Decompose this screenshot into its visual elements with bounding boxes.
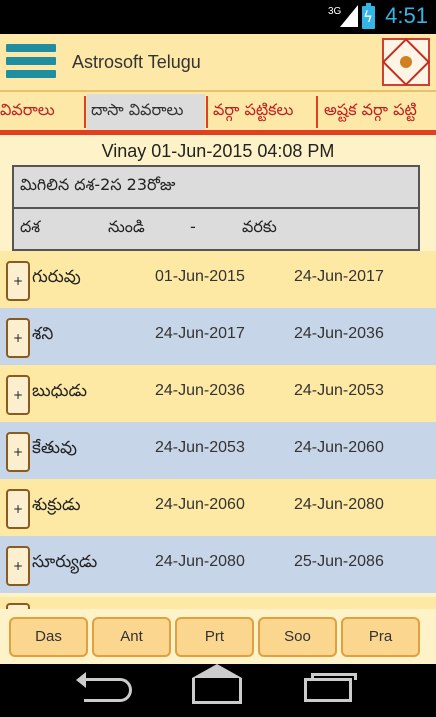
battery-charging-icon	[362, 3, 375, 29]
tab-strip: వివరాలు దాసా వివరాలు వర్గా పట్టికలు అష్ట…	[0, 92, 436, 132]
tab-divider	[84, 96, 86, 128]
astrology-chart-logo-icon	[381, 37, 431, 87]
tab-varga-tables[interactable]: వర్గా పట్టికలు	[209, 94, 297, 130]
system-nav-bar	[0, 664, 436, 717]
soo-button[interactable]: Soo	[258, 617, 337, 657]
tab-ashtaka-varga[interactable]: అష్టక వర్గా పట్టి	[320, 94, 421, 130]
tab-divider	[206, 96, 208, 128]
chart-header: Vinay 01-Jun-2015 04:08 PM	[101, 141, 335, 161]
from-date: 24-Jun-2036	[155, 382, 245, 399]
back-icon[interactable]	[76, 672, 132, 702]
planet-name: శుక్రుడు	[32, 495, 81, 515]
column-header-row: దశ నుండి - వరకు	[12, 207, 420, 251]
dasha-row[interactable]: + శని 24-Jun-2017 24-Jun-2036	[0, 308, 436, 365]
planet-name: బుధుడు	[32, 381, 87, 401]
expand-button[interactable]: +	[6, 318, 30, 358]
planet-name: శని	[32, 324, 54, 344]
to-date: 24-Jun-2060	[294, 439, 384, 456]
col-to: వరకు	[242, 217, 277, 236]
recent-apps-icon[interactable]	[304, 673, 357, 702]
from-date: 01-Jun-2015	[155, 268, 245, 285]
home-icon[interactable]	[192, 664, 242, 704]
dasha-row-partial	[0, 597, 436, 609]
to-date: 24-Jun-2053	[294, 382, 384, 399]
remaining-dasha-text: మిగిలిన దశ-2స 23రోజు	[20, 175, 176, 194]
tab-divider	[316, 96, 318, 128]
status-clock: 4:51	[385, 3, 428, 28]
to-date: 25-Jun-2086	[294, 553, 384, 570]
from-date: 24-Jun-2017	[155, 325, 245, 342]
planet-name: సూర్యుడు	[32, 552, 98, 572]
ant-button[interactable]: Ant	[92, 617, 171, 657]
col-from: నుండి	[108, 217, 145, 236]
prt-button[interactable]: Prt	[175, 617, 254, 657]
expand-button[interactable]: +	[6, 546, 30, 586]
tab-details[interactable]: వివరాలు	[0, 94, 59, 130]
to-date: 24-Jun-2036	[294, 325, 384, 342]
dasha-content: Vinay 01-Jun-2015 04:08 PM మిగిలిన దశ-2స…	[0, 135, 436, 609]
planet-name: గురువు	[32, 267, 81, 287]
from-date: 24-Jun-2053	[155, 439, 245, 456]
status-bar: 3G 4:51	[0, 0, 436, 34]
expand-button[interactable]: +	[6, 432, 30, 472]
app-bar: Astrosoft Telugu	[0, 34, 436, 92]
dasha-row[interactable]: + గురువు 01-Jun-2015 24-Jun-2017	[0, 251, 436, 308]
planet-name: కేతువు	[32, 438, 77, 458]
tab-dasha-details[interactable]: దాసా వివరాలు	[87, 94, 205, 130]
signal-icon	[340, 5, 358, 27]
col-separator: -	[190, 217, 196, 236]
expand-button[interactable]: +	[6, 489, 30, 529]
from-date: 24-Jun-2060	[155, 496, 245, 513]
app-title: Astrosoft Telugu	[72, 52, 201, 72]
expand-button[interactable]: +	[6, 375, 30, 415]
bottom-button-bar: Das Ant Prt Soo Pra	[0, 609, 436, 664]
dasha-row[interactable]: + కేతువు 24-Jun-2053 24-Jun-2060	[0, 422, 436, 479]
das-button[interactable]: Das	[9, 617, 88, 657]
col-dasha: దశ	[20, 217, 41, 236]
hamburger-menu-icon[interactable]	[6, 44, 56, 82]
remaining-dasha-box: మిగిలిన దశ-2స 23రోజు	[12, 165, 420, 209]
dasha-row[interactable]: + శుక్రుడు 24-Jun-2060 24-Jun-2080	[0, 479, 436, 536]
to-date: 24-Jun-2080	[294, 496, 384, 513]
dasha-row[interactable]: + సూర్యుడు 24-Jun-2080 25-Jun-2086	[0, 536, 436, 593]
dasha-row[interactable]: + బుధుడు 24-Jun-2036 24-Jun-2053	[0, 365, 436, 422]
pra-button[interactable]: Pra	[341, 617, 420, 657]
from-date: 24-Jun-2080	[155, 553, 245, 570]
to-date: 24-Jun-2017	[294, 268, 384, 285]
expand-button[interactable]: +	[6, 261, 30, 301]
